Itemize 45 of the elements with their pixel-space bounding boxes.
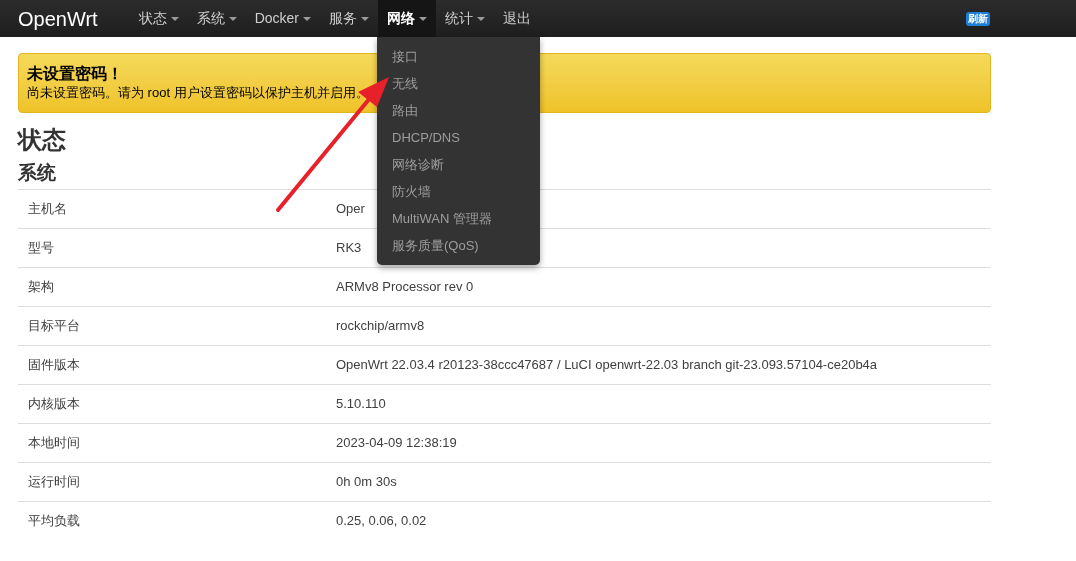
brand-logo[interactable]: OpenWrt — [18, 3, 98, 34]
table-cell-text: OpenWrt 22.03.4 r20123-38ccc47687 / LuCI openwrt-22.03 branch git-23.093.57104-ce20b4a — [336, 356, 878, 375]
nav-menu-item[interactable]: Docker — [245, 0, 321, 37]
dropdown-item[interactable]: 防火墙 — [392, 178, 431, 205]
caret-icon — [361, 16, 370, 21]
nav-menu-item[interactable]: 退出 — [494, 0, 541, 37]
dropdown-item[interactable]: 服务质量(QoS) — [392, 232, 479, 259]
nav-menu-item[interactable]: 状态 — [129, 0, 188, 37]
table-cell-text: 架构 — [27, 278, 55, 297]
caret-icon — [303, 16, 312, 21]
nav-menu-item[interactable]: 系统 — [187, 0, 246, 37]
alert-message: 尚未设置密码。请为 root 用户设置密码以保护主机并启用。 — [27, 84, 369, 102]
caret-icon — [170, 16, 179, 21]
table-cell-text: 运行时间 — [27, 473, 81, 492]
section-title: 系统 — [18, 161, 56, 185]
table-cell-text: 目标平台 — [27, 317, 81, 336]
table-cell-text: RK3 — [336, 239, 362, 258]
table-cell-text: 5.10.110 — [336, 395, 386, 414]
table-cell-text: 0h 0m 30s — [336, 473, 397, 492]
dropdown-item[interactable]: 网络诊断 — [392, 151, 444, 178]
dropdown-item[interactable]: MultiWAN 管理器 — [392, 205, 492, 232]
dropdown-item[interactable]: 无线 — [392, 70, 418, 97]
table-cell-text: 0.25, 0.06, 0.02 — [336, 512, 427, 531]
table-cell-text: ARMv8 Processor rev 0 — [336, 278, 474, 297]
dropdown-item[interactable]: DHCP/DNS — [392, 124, 460, 151]
table-cell-text: 固件版本 — [27, 356, 81, 375]
dropdown-item[interactable]: 接口 — [392, 43, 418, 70]
dropdown-item[interactable]: 路由 — [392, 97, 418, 124]
table-cell-text: rockchip/armv8 — [336, 317, 425, 336]
nav-menu-item[interactable]: 服务 — [320, 0, 379, 37]
table-cell-text: 内核版本 — [27, 395, 81, 414]
caret-icon — [228, 16, 237, 21]
caret-icon — [477, 16, 486, 21]
table-cell-text: 型号 — [27, 239, 55, 258]
refresh-badge[interactable]: 刷新 — [966, 11, 990, 26]
table-cell-text: 本地时间 — [27, 434, 81, 453]
page-title: 状态 — [18, 125, 66, 155]
nav-menu-item[interactable]: 网络 — [378, 0, 437, 37]
table-cell-text: 主机名 — [27, 200, 68, 219]
caret-icon — [419, 16, 428, 21]
table-cell-text: 2023-04-09 12:38:19 — [336, 434, 457, 453]
nav-menu-item[interactable]: 统计 — [436, 0, 495, 37]
alert-title: 未设置密码！ — [27, 64, 123, 84]
table-cell-text: 平均负载 — [27, 512, 81, 531]
table-cell-text: Oper — [336, 200, 365, 219]
